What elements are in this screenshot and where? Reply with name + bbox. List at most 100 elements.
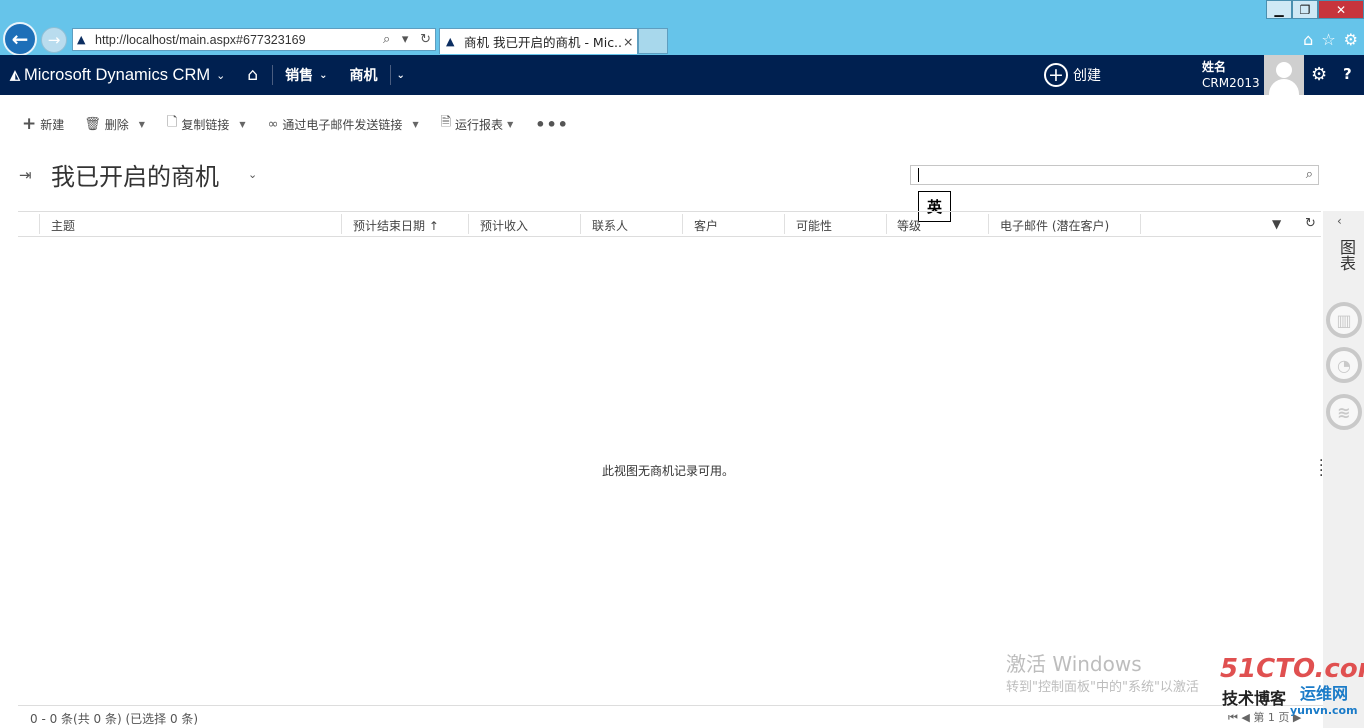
chevron-down-icon: ⌄	[216, 69, 226, 82]
yunwei-url-watermark: yunvn.com	[1290, 704, 1358, 717]
column-header-email[interactable]: 电子邮件 (潜在客户)	[1000, 217, 1109, 234]
pie-chart-icon[interactable]: ◔	[1326, 347, 1362, 383]
nav-area-label: 销售	[285, 68, 314, 84]
home-icon[interactable]: ⌂	[1303, 30, 1313, 49]
org-name: CRM2013	[1202, 76, 1260, 90]
yunwei-watermark: 运维网	[1300, 684, 1349, 703]
new-button[interactable]: + 新建	[22, 114, 64, 134]
chevron-down-icon[interactable]: ⌄	[248, 168, 257, 181]
user-info[interactable]: 姓名 CRM2013	[1202, 59, 1260, 91]
refresh-icon[interactable]: ↻	[1305, 216, 1316, 231]
window-controls: ▁ ❐ ✕	[1266, 0, 1364, 19]
create-label: 创建	[1073, 68, 1101, 84]
browser-tab[interactable]: ▲ 商机 我已开启的商机 - Mic... ×	[439, 28, 638, 54]
create-button[interactable]: + 创建	[1044, 62, 1101, 88]
home-icon[interactable]: ⌂	[225, 65, 268, 85]
help-icon[interactable]: ?	[1343, 65, 1352, 83]
crm-nav-bar: ◭ Microsoft Dynamics CRM ⌄ ⌂ 销售 ⌄ 商机 ⌄	[0, 55, 1364, 95]
empty-grid-message: 此视图无商机记录可用。	[601, 464, 734, 478]
new-tab-button[interactable]	[638, 28, 668, 54]
view-title[interactable]: 我已开启的商机	[51, 157, 219, 192]
column-header-contact[interactable]: 联系人	[592, 217, 628, 234]
column-header-account[interactable]: 客户	[694, 217, 718, 234]
prev-page-icon[interactable]: ◀	[1241, 711, 1249, 724]
column-divider	[580, 214, 581, 234]
app-title: Microsoft Dynamics CRM	[24, 65, 211, 84]
search-icon[interactable]: ⌕	[383, 32, 390, 47]
chevron-down-icon: ⌄	[319, 69, 328, 81]
crm-favicon-icon: ▲	[446, 35, 455, 48]
document-icon: 🗋	[166, 115, 178, 130]
link-icon: ∞	[267, 116, 279, 132]
tab-title: 商机 我已开启的商机 - Mic...	[464, 35, 623, 50]
tab-close-icon[interactable]: ×	[623, 34, 637, 49]
more-commands-icon[interactable]: •••	[535, 115, 569, 134]
splitter-handle-icon[interactable]: · · · ·	[1319, 454, 1323, 483]
nav-entity-opportunity[interactable]: 商机	[336, 65, 386, 85]
bar-chart-icon[interactable]: ▥	[1326, 302, 1362, 338]
column-header-probability[interactable]: 可能性	[796, 217, 832, 234]
column-divider	[468, 214, 469, 234]
column-divider	[39, 214, 40, 234]
copy-link-button[interactable]: 🗋 复制链接 ▼	[167, 113, 246, 135]
refresh-icon[interactable]: ↻	[420, 32, 431, 47]
address-tools: ⌕ ▾ ↻	[383, 32, 435, 47]
run-report-button[interactable]: 🗎 运行报表 ▼	[441, 113, 514, 135]
maximize-button[interactable]: ❐	[1292, 0, 1318, 19]
grid-header: 主题 预计结束日期 ↑ 预计收入 联系人 客户 可能性 等级 电子邮件 (潜在客…	[18, 211, 1321, 237]
column-divider	[988, 214, 989, 234]
column-divider	[341, 214, 342, 234]
trash-icon: 🗑	[84, 116, 101, 132]
run-report-label: 运行报表	[455, 117, 504, 132]
nav-divider	[272, 65, 274, 85]
search-icon[interactable]: ⌕	[1306, 167, 1313, 182]
close-button[interactable]: ✕	[1318, 0, 1364, 19]
windows-activation-text: 转到"控制面板"中的"系统"以激活	[1006, 680, 1199, 695]
nav-area-sales[interactable]: 销售 ⌄	[277, 65, 335, 85]
email-link-button[interactable]: ∞ 通过电子邮件发送链接 ▼	[268, 116, 419, 133]
minimize-button[interactable]: ▁	[1266, 0, 1292, 19]
column-divider	[682, 214, 683, 234]
dropdown-arrow-icon[interactable]: ▼	[239, 120, 245, 129]
column-header-est-revenue[interactable]: 预计收入	[480, 217, 528, 234]
first-page-icon[interactable]: ⏮	[1228, 711, 1238, 724]
email-link-label: 通过电子邮件发送链接	[282, 117, 403, 132]
column-divider	[784, 214, 785, 234]
report-icon: 🗎	[440, 115, 452, 130]
forward-arrow-icon[interactable]: →	[41, 27, 67, 53]
text-caret	[918, 168, 919, 182]
back-arrow-icon[interactable]: ←	[3, 22, 37, 56]
gear-icon[interactable]: ⚙	[1344, 30, 1358, 49]
avatar-body	[1269, 79, 1299, 95]
windows-activation-title: 激活 Windows	[1006, 652, 1142, 676]
address-bar[interactable]: ▲ http://localhost/main.aspx#677323169 ⌕…	[72, 28, 436, 51]
sidebar-label: 图表	[1337, 239, 1356, 271]
dropdown-arrow-icon: ▼	[507, 119, 514, 129]
column-header-est-close-date[interactable]: 预计结束日期 ↑	[353, 217, 439, 234]
plus-circle-icon: +	[1044, 63, 1068, 87]
copy-link-label: 复制链接	[181, 117, 230, 132]
delete-button[interactable]: 🗑 删除 ▼	[84, 116, 145, 133]
dropdown-arrow-icon[interactable]: ▼	[412, 120, 418, 129]
column-divider	[886, 214, 887, 234]
collapse-sidebar-icon[interactable]: ‹	[1337, 214, 1342, 228]
nav-entity-dropdown[interactable]: ⌄	[395, 70, 413, 81]
search-input[interactable]: ⌕	[910, 165, 1319, 185]
dropdown-icon[interactable]: ▾	[402, 32, 409, 47]
column-header-rating[interactable]: 等级	[897, 217, 921, 234]
column-header-subject[interactable]: 主题	[51, 217, 75, 234]
area-chart-icon[interactable]: ≋	[1326, 394, 1362, 430]
pin-icon[interactable]: ⇥	[19, 166, 32, 184]
delete-label: 删除	[104, 117, 129, 132]
star-icon[interactable]: ☆	[1321, 30, 1335, 49]
new-label: 新建	[40, 117, 65, 132]
dropdown-arrow-icon[interactable]: ▼	[139, 120, 145, 129]
filter-icon[interactable]: ▼	[1272, 217, 1281, 231]
avatar[interactable]	[1264, 55, 1304, 95]
plus-icon: +	[22, 114, 37, 134]
charts-sidebar: ‹ 图表 ▥ ◔ ≋	[1323, 211, 1364, 728]
nav-divider	[389, 65, 391, 85]
app-title-menu[interactable]: ◭ Microsoft Dynamics CRM ⌄	[0, 66, 225, 85]
address-url[interactable]: http://localhost/main.aspx#677323169	[95, 33, 383, 47]
settings-gear-icon[interactable]: ⚙	[1311, 64, 1327, 85]
